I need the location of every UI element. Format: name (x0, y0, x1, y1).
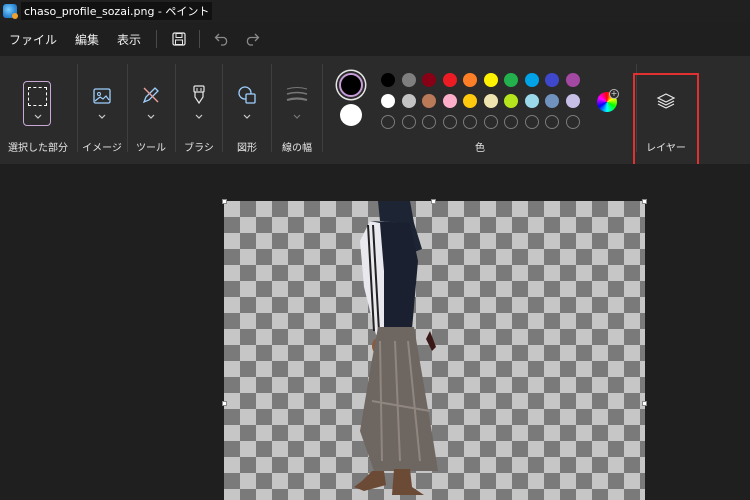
person-image (354, 201, 438, 495)
ribbon-separator (77, 64, 78, 152)
empty-color-swatch[interactable] (463, 115, 477, 129)
resize-handle[interactable] (642, 199, 647, 204)
chevron-down-icon (34, 114, 42, 119)
secondary-color[interactable] (340, 104, 362, 126)
color-swatch[interactable] (463, 94, 477, 108)
window-title: chaso_profile_sozai.png - ペイント (21, 2, 213, 20)
brush-icon (193, 85, 205, 105)
paint-app-icon (3, 4, 18, 19)
empty-color-swatch[interactable] (422, 115, 436, 129)
image-label: イメージ (82, 143, 122, 154)
color-swatch[interactable] (524, 94, 539, 108)
plus-icon: + (609, 89, 619, 99)
chevron-down-icon (243, 114, 251, 119)
color-swatch[interactable] (565, 73, 580, 87)
ribbon-separator (222, 64, 223, 152)
image-icon (93, 88, 111, 104)
selection-group[interactable]: 選択した部分 (0, 56, 76, 164)
color-swatch[interactable] (504, 94, 518, 108)
color-swatch[interactable] (483, 94, 498, 108)
menu-bar: ファイル 編集 表示 (0, 22, 750, 56)
color-swatch[interactable] (442, 73, 457, 87)
chevron-down-icon (195, 114, 203, 119)
empty-color-swatch[interactable] (504, 115, 518, 129)
shapes-label: 図形 (237, 143, 257, 154)
ribbon-separator (127, 64, 128, 152)
tools-group[interactable]: ツール (130, 56, 172, 164)
color-swatch[interactable] (524, 73, 539, 87)
color-swatch[interactable] (442, 94, 457, 108)
title-bar: chaso_profile_sozai.png - ペイント (0, 0, 750, 22)
colors-label: 色 (475, 143, 485, 154)
empty-color-swatch[interactable] (442, 115, 457, 129)
size-group[interactable]: 線の幅 (272, 56, 322, 164)
ribbon-separator (175, 64, 176, 152)
resize-handle[interactable] (642, 401, 647, 406)
color-swatch[interactable] (401, 94, 416, 108)
empty-color-swatch[interactable] (381, 115, 395, 129)
color-swatch[interactable] (422, 73, 436, 87)
brushes-label: ブラシ (184, 143, 214, 154)
empty-color-swatch[interactable] (483, 115, 498, 129)
color-swatch[interactable] (483, 73, 498, 87)
color-swatch[interactable] (504, 73, 518, 87)
menu-view[interactable]: 表示 (108, 22, 150, 56)
resize-handle[interactable] (431, 199, 436, 204)
brushes-group[interactable]: ブラシ (178, 56, 220, 164)
shapes-group[interactable]: 図形 (225, 56, 269, 164)
selection-label: 選択した部分 (8, 143, 68, 154)
empty-color-swatch[interactable] (545, 115, 559, 129)
primary-color[interactable] (339, 73, 363, 97)
save-icon[interactable] (165, 25, 193, 53)
size-label: 線の幅 (282, 143, 312, 154)
shapes-icon (238, 86, 256, 104)
redo-icon[interactable] (238, 25, 266, 53)
chevron-down-icon (147, 114, 155, 119)
tools-label: ツール (136, 143, 166, 154)
pencil-tools-icon (142, 87, 159, 104)
selection-icon (23, 81, 51, 126)
line-width-icon (286, 87, 308, 102)
menu-file[interactable]: ファイル (0, 22, 66, 56)
menu-separator (199, 30, 201, 48)
color-swatch[interactable] (381, 73, 395, 87)
image-group[interactable]: イメージ (80, 56, 124, 164)
undo-icon[interactable] (208, 25, 236, 53)
color-swatch[interactable] (381, 94, 395, 108)
color-swatch[interactable] (545, 94, 559, 108)
empty-color-swatch[interactable] (565, 115, 580, 129)
color-swatch[interactable] (545, 73, 559, 87)
menu-separator (156, 30, 158, 48)
resize-handle[interactable] (222, 401, 227, 406)
color-swatch[interactable] (401, 73, 416, 87)
empty-color-swatch[interactable] (401, 115, 416, 129)
ribbon-separator (322, 64, 323, 152)
menu-edit[interactable]: 編集 (66, 22, 108, 56)
color-swatch[interactable] (422, 94, 436, 108)
resize-handle[interactable] (222, 199, 227, 204)
chevron-down-icon (293, 114, 301, 119)
chevron-down-icon (98, 114, 106, 119)
empty-color-swatch[interactable] (524, 115, 539, 129)
color-swatch[interactable] (565, 94, 580, 108)
highlight-box (633, 73, 699, 169)
color-swatch[interactable] (463, 73, 477, 87)
